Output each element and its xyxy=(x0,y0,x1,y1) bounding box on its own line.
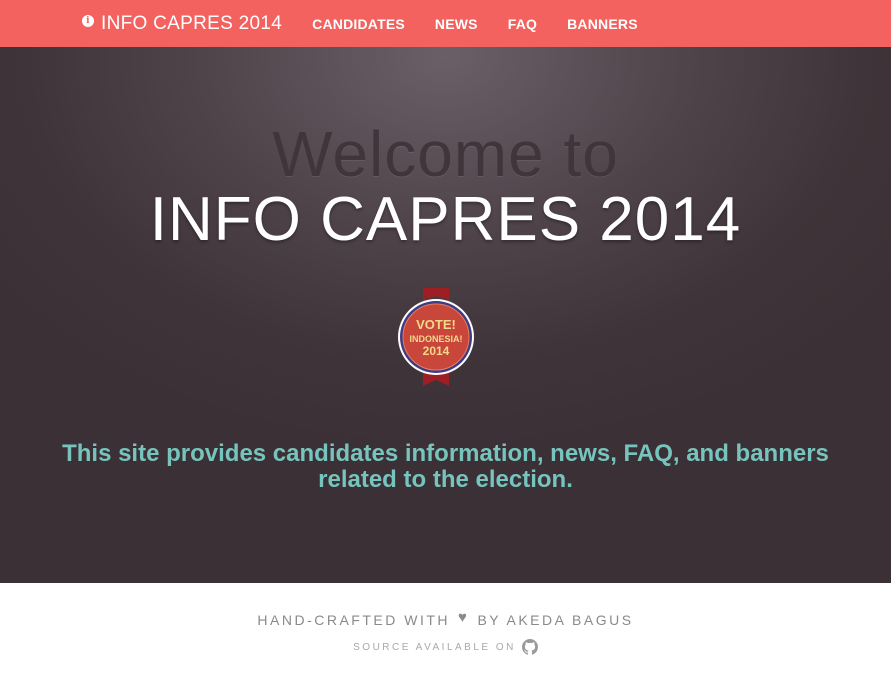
hero-tagline: This site provides candidates informatio… xyxy=(62,440,829,493)
badge-line1: VOTE! xyxy=(416,317,456,332)
badge-line3: 2014 xyxy=(423,344,450,358)
vote-badge: VOTE! INDONESIA! 2014 xyxy=(398,288,474,386)
credits-suffix: BY AKEDA BAGUS xyxy=(477,611,634,628)
nav-link-news[interactable]: NEWS xyxy=(435,16,478,32)
brand-text: INFO CAPRES 2014 xyxy=(101,12,283,34)
top-navbar: i INFO CAPRES 2014 CANDIDATES NEWS FAQ B… xyxy=(0,0,891,47)
nav-link-faq[interactable]: FAQ xyxy=(508,16,537,32)
welcome-heading: Welcome to xyxy=(272,118,619,190)
info-icon: i xyxy=(82,14,94,27)
credits-prefix: HAND-CRAFTED WITH xyxy=(257,611,451,628)
hero-section: Welcome to INFO CAPRES 2014 VOTE! INDONE… xyxy=(0,47,891,583)
footer: HAND-CRAFTED WITH ♥ BY AKEDA BAGUS SOURC… xyxy=(0,583,891,676)
heart-icon: ♥ xyxy=(458,609,470,626)
badge-line2: INDONESIA! xyxy=(409,334,462,344)
brand-link[interactable]: i INFO CAPRES 2014 xyxy=(82,13,282,35)
nav-link-banners[interactable]: BANNERS xyxy=(567,16,638,32)
footer-source: SOURCE AVAILABLE ON xyxy=(0,639,891,655)
nav-link-candidates[interactable]: CANDIDATES xyxy=(312,16,405,32)
footer-credits: HAND-CRAFTED WITH ♥ BY AKEDA BAGUS xyxy=(0,609,891,628)
source-text: SOURCE AVAILABLE ON xyxy=(353,641,516,653)
github-icon[interactable] xyxy=(521,639,538,655)
site-title: INFO CAPRES 2014 xyxy=(149,185,742,254)
